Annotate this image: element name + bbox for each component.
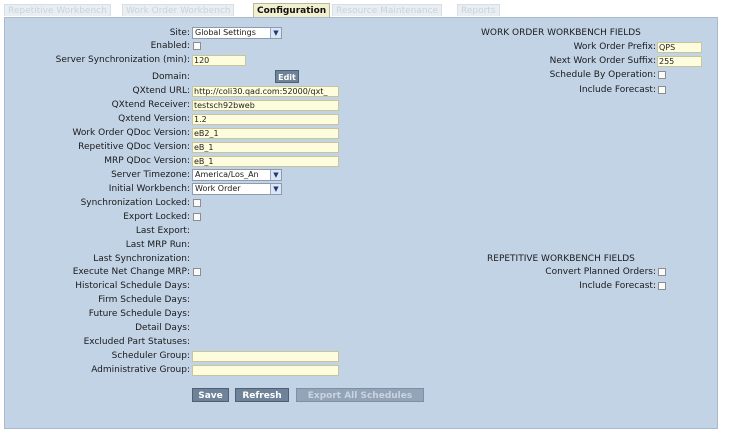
convert-planned-checkbox[interactable] (658, 268, 666, 276)
tab-repetitive-workbench[interactable]: Repetitive Workbench (4, 4, 111, 16)
enabled-label: Enabled: (150, 41, 190, 51)
refresh-button[interactable]: Refresh (235, 388, 289, 402)
qxtend-url-label: QXtend URL: (132, 86, 190, 96)
qxtend-version-input[interactable]: 1.2 (192, 114, 339, 125)
rep-qdoc-label: Repetitive QDoc Version: (78, 142, 190, 152)
tab-resource-maintenance[interactable]: Resource Maintenance (332, 4, 443, 16)
timezone-select-value: America/Los_An (195, 170, 259, 179)
admin-group-input[interactable] (192, 365, 339, 376)
net-change-label: Execute Net Change MRP: (72, 267, 190, 277)
convert-planned-label: Convert Planned Orders: (545, 267, 656, 277)
chevron-down-icon: ▼ (270, 28, 281, 38)
qxtend-receiver-label: QXtend Receiver: (111, 100, 190, 110)
next-suffix-label: Next Work Order Suffix: (549, 56, 656, 66)
wo-fields-heading: WORK ORDER WORKBENCH FIELDS (481, 28, 641, 38)
mrp-qdoc-label: MRP QDoc Version: (104, 156, 190, 166)
site-select-value: Global Settings (195, 28, 256, 37)
qxtend-receiver-input[interactable]: testsch92bweb (192, 100, 339, 111)
chevron-down-icon: ▼ (270, 184, 281, 194)
sync-locked-label: Synchronization Locked: (80, 198, 190, 208)
initial-workbench-select-value: Work Order (195, 184, 241, 193)
net-change-checkbox[interactable] (193, 268, 201, 276)
tab-reports[interactable]: Reports (457, 4, 500, 16)
wo-prefix-label: Work Order Prefix: (573, 42, 656, 52)
export-locked-label: Export Locked: (123, 212, 190, 222)
tab-bar: Repetitive Workbench Work Order Workbenc… (0, 0, 732, 17)
schedule-by-op-label: Schedule By Operation: (549, 70, 656, 80)
initial-workbench-select[interactable]: Work Order ▼ (192, 183, 282, 195)
qxtend-version-label: Qxtend Version: (118, 114, 190, 124)
scheduler-group-input[interactable] (192, 351, 339, 362)
export-locked-checkbox[interactable] (193, 213, 201, 221)
firm-days-label: Firm Schedule Days: (98, 295, 190, 305)
rep-fields-heading: REPETITIVE WORKBENCH FIELDS (487, 254, 635, 264)
excluded-statuses-label: Excluded Part Statuses: (83, 337, 190, 347)
admin-group-label: Administrative Group: (91, 365, 190, 375)
last-mrp-label: Last MRP Run: (125, 240, 190, 250)
hist-days-label: Historical Schedule Days: (75, 281, 190, 291)
schedule-by-op-checkbox[interactable] (658, 71, 666, 79)
wo-qdoc-label: Work Order QDoc Version: (72, 128, 190, 138)
sync-locked-checkbox[interactable] (193, 199, 201, 207)
save-button[interactable]: Save (192, 388, 229, 402)
next-suffix-input[interactable]: 255 (657, 56, 702, 67)
future-days-label: Future Schedule Days: (88, 309, 190, 319)
wo-include-forecast-checkbox[interactable] (658, 86, 666, 94)
wo-include-forecast-label: Include Forecast: (579, 85, 656, 95)
server-sync-label: Server Synchronization (min): (55, 55, 190, 65)
tab-configuration[interactable]: Configuration (253, 3, 331, 17)
scheduler-group-label: Scheduler Group: (111, 351, 190, 361)
server-sync-input[interactable]: 120 (192, 55, 246, 66)
last-export-label: Last Export: (135, 226, 190, 236)
enabled-checkbox[interactable] (193, 42, 201, 50)
site-label: Site: (169, 28, 190, 38)
rep-include-forecast-checkbox[interactable] (658, 282, 666, 290)
edit-domain-button[interactable]: Edit (275, 70, 299, 83)
export-all-schedules-button[interactable]: Export All Schedules (296, 388, 424, 402)
tab-work-order-workbench[interactable]: Work Order Workbench (122, 4, 235, 16)
wo-prefix-input[interactable]: QPS (657, 42, 702, 53)
rep-include-forecast-label: Include Forecast: (579, 281, 656, 291)
timezone-label: Server Timezone: (111, 170, 190, 180)
site-select[interactable]: Global Settings ▼ (192, 27, 282, 39)
chevron-down-icon: ▼ (270, 170, 281, 180)
rep-qdoc-input[interactable]: eB_1 (192, 142, 339, 153)
timezone-select[interactable]: America/Los_An ▼ (192, 169, 282, 181)
last-sync-label: Last Synchronization: (93, 254, 190, 264)
detail-days-label: Detail Days: (135, 323, 190, 333)
initial-workbench-label: Initial Workbench: (108, 184, 190, 194)
mrp-qdoc-input[interactable]: eB_1 (192, 156, 339, 167)
wo-qdoc-input[interactable]: eB2_1 (192, 128, 339, 139)
qxtend-url-input[interactable]: http://coli30.qad.com:52000/qxt_ (192, 86, 339, 97)
domain-label: Domain: (152, 72, 190, 82)
